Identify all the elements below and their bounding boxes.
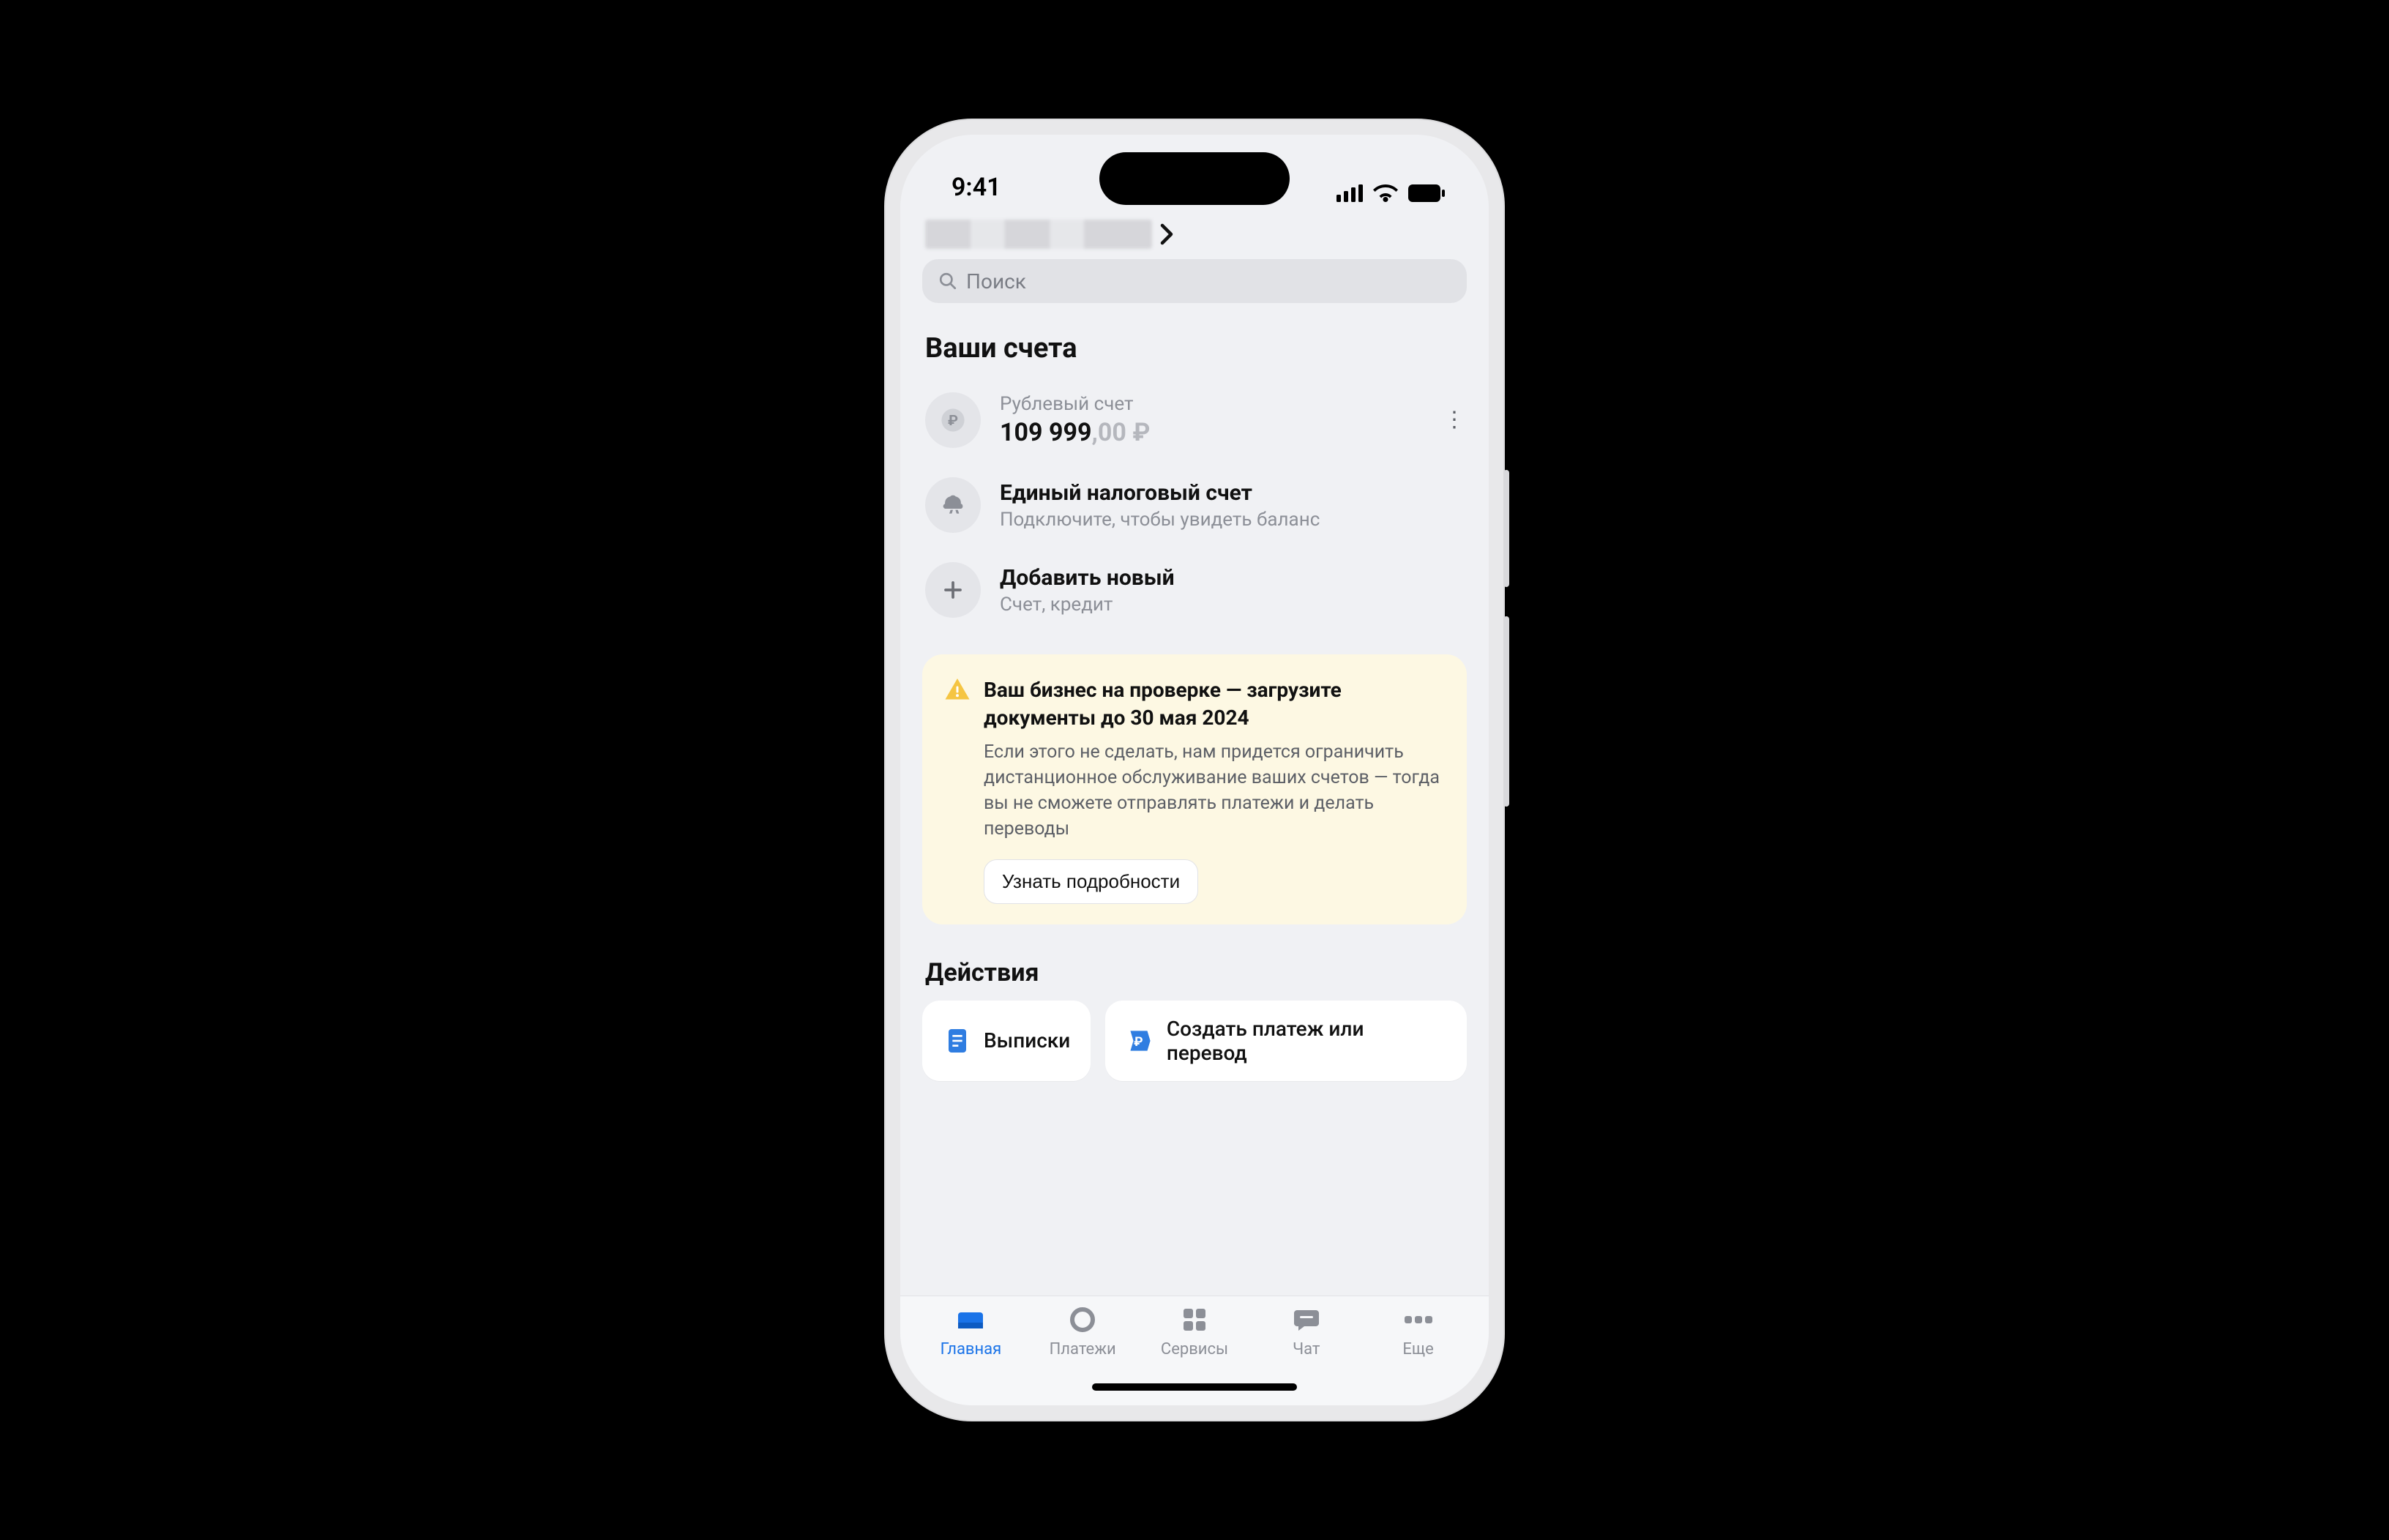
status-icons	[1336, 184, 1445, 202]
actions-title: Действия	[925, 958, 1464, 987]
tab-chat-label: Чат	[1293, 1340, 1320, 1358]
actions-row: Выписки ₽ Создать платеж или перевод	[922, 1001, 1467, 1081]
alert-card: Ваш бизнес на проверке — загрузите докум…	[922, 654, 1467, 924]
tab-home[interactable]: Главная	[915, 1305, 1027, 1405]
svg-text:₽: ₽	[1134, 1034, 1143, 1049]
tax-sub: Подключите, чтобы увидеть баланс	[1000, 509, 1464, 531]
ruble-balance: 109 999,00 ₽	[1000, 418, 1424, 447]
battery-icon	[1408, 184, 1445, 202]
statements-label: Выписки	[984, 1028, 1070, 1053]
create-payment-label: Создать платеж или перевод	[1167, 1017, 1446, 1065]
plus-icon	[925, 562, 981, 618]
payments-tab-icon	[1066, 1305, 1099, 1334]
tab-payments-label: Платежи	[1050, 1340, 1116, 1358]
search-icon	[938, 272, 957, 291]
account-add[interactable]: Добавить новый Счет, кредит	[922, 547, 1467, 632]
account-tax[interactable]: Единый налоговый счет Подключите, чтобы …	[922, 463, 1467, 547]
services-tab-icon	[1178, 1305, 1211, 1334]
tab-more[interactable]: Еще	[1362, 1305, 1474, 1405]
alert-title: Ваш бизнес на проверке — загрузите докум…	[984, 676, 1445, 732]
eagle-icon	[925, 477, 981, 533]
payment-icon: ₽	[1126, 1026, 1155, 1055]
home-indicator[interactable]	[1092, 1383, 1297, 1391]
add-sub: Счет, кредит	[1000, 594, 1464, 616]
status-time: 9:41	[952, 173, 1001, 202]
profile-name-redacted	[925, 220, 1152, 249]
tab-home-label: Главная	[941, 1340, 1002, 1358]
accounts-title: Ваши счета	[925, 332, 1464, 365]
ruble-label: Рублевый счет	[1000, 393, 1424, 415]
ruble-icon: ₽	[925, 392, 981, 448]
status-bar: 9:41	[900, 135, 1489, 215]
alert-details-button[interactable]: Узнать подробности	[984, 859, 1198, 904]
warning-icon	[944, 676, 971, 703]
alert-text: Если этого не сделать, нам придется огра…	[984, 739, 1445, 842]
search-placeholder: Поиск	[966, 269, 1026, 294]
main-content: Поиск Ваши счета ₽ Рублевый счет 109 999…	[900, 215, 1489, 1296]
tax-title: Единый налоговый счет	[1000, 480, 1464, 506]
home-tab-icon	[954, 1305, 987, 1334]
action-statements[interactable]: Выписки	[922, 1001, 1091, 1081]
chat-tab-icon	[1290, 1305, 1323, 1334]
screen: 9:41 Поиск Ваши счета ₽	[900, 135, 1489, 1405]
add-title: Добавить новый	[1000, 565, 1464, 591]
svg-text:₽: ₽	[948, 412, 958, 429]
document-icon	[943, 1026, 972, 1055]
search-input[interactable]: Поиск	[922, 259, 1467, 303]
profile-row[interactable]	[922, 215, 1467, 259]
account-ruble[interactable]: ₽ Рублевый счет 109 999,00 ₽ ⋮	[922, 378, 1467, 463]
more-icon[interactable]: ⋮	[1443, 417, 1464, 423]
action-create-payment[interactable]: ₽ Создать платеж или перевод	[1105, 1001, 1467, 1081]
cellular-icon	[1336, 184, 1363, 202]
tab-services-label: Сервисы	[1161, 1340, 1228, 1358]
device-frame: 9:41 Поиск Ваши счета ₽	[884, 119, 1505, 1421]
chevron-right-icon	[1159, 223, 1174, 245]
more-tab-icon	[1402, 1305, 1435, 1334]
tab-more-label: Еще	[1402, 1340, 1434, 1358]
wifi-icon	[1373, 184, 1398, 202]
